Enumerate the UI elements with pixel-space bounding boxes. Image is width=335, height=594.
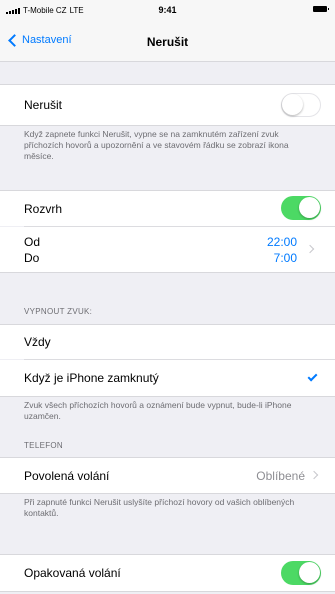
page-title: Nerušit: [146, 35, 189, 49]
allowed-calls-footnote: Při zapnuté funkci Nerušit uslyšíte příc…: [24, 497, 295, 518]
allowed-calls-label: Povolená volání: [24, 468, 110, 483]
divider: [0, 591, 335, 592]
dnd-toggle[interactable]: [281, 93, 321, 117]
checkmark-icon: [307, 371, 318, 382]
silence-footnote: Zvuk všech příchozích hovorů a oznámení …: [24, 400, 292, 421]
silence-section-header: VYPNOUT ZVUK:: [24, 307, 93, 316]
to-label: Do: [24, 251, 40, 265]
toggle-knob: [299, 562, 320, 583]
chevron-right-icon: [309, 470, 319, 480]
divider: [0, 396, 335, 397]
status-bar: T-Mobile CZ LTE 9:41: [0, 0, 335, 22]
schedule-toggle[interactable]: [281, 196, 321, 220]
dnd-row: Nerušit: [0, 85, 335, 125]
phone-section-header: TELEFON: [24, 441, 63, 450]
divider: [0, 125, 335, 126]
repeated-calls-label: Opakovaná volání: [24, 566, 121, 580]
toggle-knob: [282, 94, 303, 115]
silence-option-locked[interactable]: Když je iPhone zamknutý: [0, 360, 335, 396]
toggle-knob: [299, 197, 320, 218]
from-label: Od: [24, 235, 41, 249]
silence-option-always[interactable]: Vždy: [0, 325, 335, 359]
allowed-calls-row[interactable]: Povolená volání Oblíbené: [0, 458, 335, 493]
allowed-calls-value: Oblíbené: [256, 468, 305, 483]
chevron-right-icon: [305, 244, 315, 254]
status-time: 9:41: [158, 5, 177, 15]
schedule-label: Rozvrh: [24, 201, 63, 216]
from-time: 22:00: [266, 235, 297, 249]
divider: [0, 272, 335, 273]
dnd-footnote: Když zapnete funkci Nerušit, vypne se na…: [24, 129, 289, 161]
to-time: 7:00: [273, 251, 297, 265]
option-label: Vždy: [24, 335, 51, 349]
repeated-calls-toggle[interactable]: [281, 561, 321, 585]
schedule-times-row[interactable]: Od Do 22:00 7:00: [0, 227, 335, 272]
divider: [0, 493, 335, 494]
repeated-calls-row: Opakovaná volání: [0, 555, 335, 591]
schedule-row: Rozvrh: [0, 191, 335, 226]
dnd-label: Nerušit: [24, 98, 63, 112]
navigation-bar: Nastavení Nerušit: [0, 22, 335, 62]
option-label: Když je iPhone zamknutý: [24, 371, 159, 385]
battery-icon: [313, 6, 329, 12]
